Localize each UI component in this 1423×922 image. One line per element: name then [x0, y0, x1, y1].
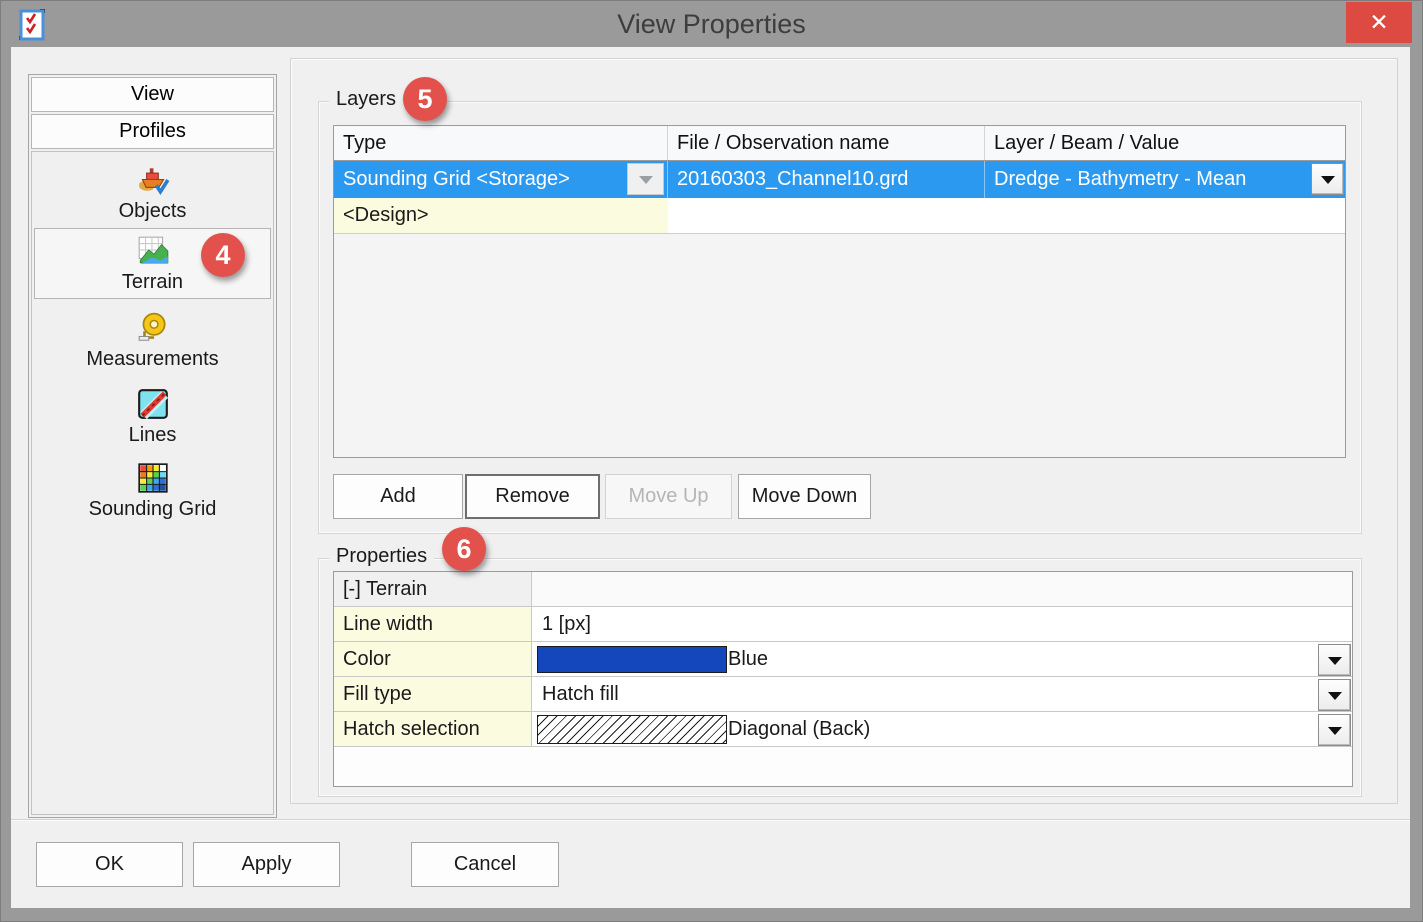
close-button[interactable]: ✕: [1346, 2, 1412, 43]
property-value[interactable]: Blue: [532, 642, 1352, 676]
sidebar-item-sounding-grid[interactable]: Sounding Grid: [35, 458, 270, 524]
property-value[interactable]: Hatch fill: [532, 677, 1352, 711]
cell-file: 20160303_Channel10.grd: [668, 161, 985, 198]
chevron-down-icon: [1320, 175, 1335, 191]
property-label: Fill type: [334, 677, 532, 711]
boat-icon: [138, 168, 169, 195]
sounding-grid-icon: [137, 463, 168, 493]
chevron-down-icon: [1327, 656, 1342, 672]
property-label: Line width: [334, 607, 532, 641]
properties-group: Properties [-] Terrain Line width 1 [px]…: [318, 545, 1362, 797]
sidebar-item-label: Lines: [128, 424, 177, 446]
sidebar-item-label: Measurements: [86, 348, 219, 370]
hatch-pattern-swatch: [537, 714, 727, 744]
layer-dropdown-button[interactable]: [1311, 163, 1344, 195]
property-value[interactable]: 1 [px]: [532, 607, 1352, 641]
properties-group-label: Properties: [329, 545, 435, 568]
tape-measure-icon: [138, 312, 166, 341]
property-label: Color: [334, 642, 532, 676]
cell-file: [668, 198, 985, 233]
sidebar-button-view[interactable]: View: [31, 77, 274, 112]
property-value[interactable]: Diagonal (Back): [532, 712, 1352, 746]
layers-buttons-row: Add Remove Move Up Move Down: [319, 474, 1361, 520]
column-header-file: File / Observation name: [668, 126, 985, 160]
window-frame-left: [1, 47, 11, 921]
chevron-down-icon: [1327, 726, 1342, 742]
column-header-type: Type: [334, 126, 668, 160]
lines-icon: [137, 389, 168, 420]
table-row-design[interactable]: <Design>: [334, 198, 1345, 234]
footer-divider-highlight: [11, 820, 1410, 821]
main-panel: Layers Type File / Observation name Laye…: [290, 58, 1398, 804]
titlebar: View Properties ✕: [1, 1, 1422, 47]
annotation-badge-5: 5: [403, 77, 447, 121]
sidebar: View Profiles Objects Terrain Measuremen…: [28, 74, 277, 818]
layers-table: Type File / Observation name Layer / Bea…: [333, 125, 1346, 458]
sidebar-item-measurements[interactable]: Measurements: [35, 308, 270, 374]
properties-header-row[interactable]: [-] Terrain: [334, 572, 1352, 607]
annotation-badge-6: 6: [442, 527, 486, 571]
sidebar-item-label: Sounding Grid: [88, 498, 217, 520]
properties-header-value: [532, 572, 1352, 606]
sidebar-item-lines[interactable]: Lines: [35, 382, 270, 452]
close-icon: ✕: [1369, 9, 1389, 35]
property-row-fill-type: Fill type Hatch fill: [334, 677, 1352, 712]
sidebar-item-objects[interactable]: Objects: [35, 160, 270, 226]
window-frame-right: [1410, 47, 1422, 921]
layers-group: Layers Type File / Observation name Laye…: [318, 88, 1362, 534]
window-title: View Properties: [617, 9, 806, 39]
property-label: Hatch selection: [334, 712, 532, 746]
property-row-hatch-selection: Hatch selection Diagonal (Back): [334, 712, 1352, 747]
color-dropdown-button[interactable]: [1318, 644, 1351, 676]
sidebar-item-label: Objects: [118, 200, 187, 222]
view-properties-dialog: View Properties ✕ View Profiles Objects: [0, 0, 1423, 922]
fill-type-dropdown-button[interactable]: [1318, 679, 1351, 711]
chevron-down-icon: [1327, 691, 1342, 707]
add-button[interactable]: Add: [333, 474, 463, 519]
chevron-down-icon: [638, 175, 653, 191]
hatch-dropdown-button[interactable]: [1318, 714, 1351, 746]
table-row-selected[interactable]: Sounding Grid <Storage> 20160303_Channel…: [334, 161, 1345, 198]
color-swatch: [537, 645, 727, 673]
window-frame-bottom: [1, 908, 1422, 921]
layers-table-header: Type File / Observation name Layer / Bea…: [334, 126, 1345, 161]
type-dropdown-button[interactable]: [627, 163, 664, 195]
cell-type: Sounding Grid <Storage>: [334, 161, 668, 198]
cell-type: <Design>: [334, 198, 668, 233]
terrain-icon: [138, 236, 168, 264]
apply-button[interactable]: Apply: [193, 842, 340, 887]
sidebar-button-profiles[interactable]: Profiles: [31, 114, 274, 149]
cell-layer: Dredge - Bathymetry - Mean: [985, 161, 1345, 198]
annotation-badge-4: 4: [201, 233, 245, 277]
remove-button[interactable]: Remove: [465, 474, 600, 519]
cancel-button[interactable]: Cancel: [411, 842, 559, 887]
property-row-line-width: Line width 1 [px]: [334, 607, 1352, 642]
ok-button[interactable]: OK: [36, 842, 183, 887]
properties-header-label: [-] Terrain: [334, 572, 532, 606]
column-header-layer: Layer / Beam / Value: [994, 131, 1180, 154]
cell-layer: [985, 198, 1345, 233]
sidebar-item-label: Terrain: [121, 270, 184, 293]
property-row-color: Color Blue: [334, 642, 1352, 677]
move-down-button[interactable]: Move Down: [738, 474, 871, 519]
properties-table: [-] Terrain Line width 1 [px] Color Blue: [333, 571, 1353, 787]
move-up-button[interactable]: Move Up: [605, 474, 732, 519]
layers-group-label: Layers: [329, 88, 404, 111]
